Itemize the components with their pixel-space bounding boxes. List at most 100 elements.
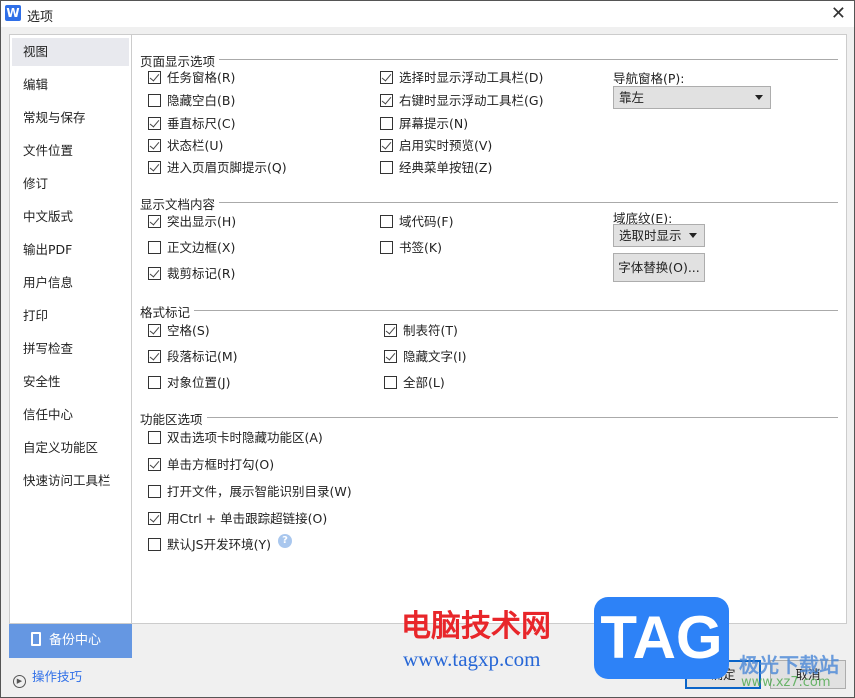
- checkbox-label: 屏幕提示(N): [399, 116, 469, 131]
- sidebar-item[interactable]: 用户信息: [12, 269, 129, 297]
- checkbox-option[interactable]: 全部(L): [384, 372, 445, 391]
- checkbox-checked-icon[interactable]: [380, 94, 393, 107]
- checkbox-option[interactable]: 段落标记(M): [148, 346, 238, 365]
- checkbox-checked-icon[interactable]: [148, 324, 161, 337]
- sidebar-item[interactable]: 视图: [12, 38, 129, 66]
- field-shading-select[interactable]: 选取时显示: [613, 224, 705, 247]
- checkbox-option[interactable]: 突出显示(H): [148, 211, 236, 230]
- checkbox-option[interactable]: 选择时显示浮动工具栏(D): [380, 67, 543, 86]
- sidebar: 视图编辑常规与保存文件位置修订中文版式输出PDF 用户信息打印拼写检查安全性信任中…: [9, 34, 132, 624]
- checkbox-option[interactable]: 状态栏(U): [148, 135, 223, 154]
- tips-link[interactable]: ▶ 操作技巧: [13, 666, 82, 688]
- checkbox-option[interactable]: 隐藏文字(I): [384, 346, 466, 365]
- section-title: 格式标记: [140, 302, 195, 321]
- checkbox-label: 打开文件，展示智能识别目录(W): [167, 484, 352, 499]
- sidebar-item[interactable]: 拼写检查: [12, 335, 129, 363]
- nav-pane-value: 靠左: [619, 90, 645, 105]
- checkbox-label: 进入页眉页脚提示(Q): [167, 160, 287, 175]
- checkbox-checked-icon[interactable]: [148, 71, 161, 84]
- checkbox-label: 选择时显示浮动工具栏(D): [399, 70, 544, 85]
- sidebar-item[interactable]: 编辑: [12, 71, 129, 99]
- checkbox-option[interactable]: 书签(K): [380, 237, 442, 256]
- checkbox-option[interactable]: 打开文件，展示智能识别目录(W): [148, 481, 352, 500]
- checkbox-label: 任务窗格(R): [167, 70, 236, 85]
- checkbox-unchecked-icon[interactable]: [380, 215, 393, 228]
- section-divider: [140, 417, 838, 418]
- sidebar-item[interactable]: 自定义功能区: [12, 434, 129, 462]
- checkbox-option[interactable]: 启用实时预览(V): [380, 135, 492, 154]
- checkbox-option[interactable]: 双击选项卡时隐藏功能区(A): [148, 427, 323, 446]
- cancel-button[interactable]: 取消: [770, 660, 846, 689]
- checkbox-checked-icon[interactable]: [148, 267, 161, 280]
- checkbox-checked-icon[interactable]: [148, 117, 161, 130]
- checkbox-label: 单击方框时打勾(O): [167, 457, 275, 472]
- section-divider: [140, 59, 838, 60]
- checkbox-unchecked-icon[interactable]: [380, 161, 393, 174]
- checkbox-option[interactable]: 经典菜单按钮(Z): [380, 157, 492, 176]
- sidebar-item[interactable]: 安全性: [12, 368, 129, 396]
- dialog-title: 选项: [27, 10, 54, 25]
- tips-label: 操作技巧: [32, 669, 83, 684]
- play-circle-icon: ▶: [13, 675, 26, 688]
- checkbox-label: 双击选项卡时隐藏功能区(A): [167, 430, 323, 445]
- checkbox-option[interactable]: 正文边框(X): [148, 237, 235, 256]
- checkbox-unchecked-icon[interactable]: [148, 376, 161, 389]
- checkbox-unchecked-icon[interactable]: [380, 117, 393, 130]
- checkbox-checked-icon[interactable]: [148, 215, 161, 228]
- help-icon[interactable]: ?: [278, 534, 292, 548]
- checkbox-checked-icon[interactable]: [148, 139, 161, 152]
- checkbox-checked-icon[interactable]: [148, 161, 161, 174]
- sidebar-item[interactable]: 输出PDF: [12, 236, 129, 264]
- checkbox-checked-icon[interactable]: [148, 512, 161, 525]
- checkbox-checked-icon[interactable]: [148, 458, 161, 471]
- checkbox-unchecked-icon[interactable]: [148, 538, 161, 551]
- checkbox-option[interactable]: 隐藏空白(B): [148, 90, 235, 109]
- section-divider: [140, 202, 838, 203]
- checkbox-option[interactable]: 任务窗格(R): [148, 67, 235, 86]
- checkbox-unchecked-icon[interactable]: [380, 241, 393, 254]
- checkbox-option[interactable]: 单击方框时打勾(O): [148, 454, 274, 473]
- close-icon[interactable]: ✕: [831, 3, 846, 24]
- nav-pane-select[interactable]: 靠左: [613, 86, 771, 109]
- font-substitution-button[interactable]: 字体替换(O)...: [613, 253, 705, 282]
- checkbox-label: 垂直标尺(C): [167, 116, 236, 131]
- sidebar-item[interactable]: 常规与保存: [12, 104, 129, 132]
- checkbox-option[interactable]: 裁剪标记(R): [148, 263, 235, 282]
- checkbox-option[interactable]: 对象位置(J): [148, 372, 230, 391]
- checkbox-option[interactable]: 空格(S): [148, 320, 210, 339]
- checkbox-unchecked-icon[interactable]: [148, 241, 161, 254]
- backup-center-button[interactable]: 备份中心: [9, 624, 132, 658]
- checkbox-checked-icon[interactable]: [384, 324, 397, 337]
- checkbox-unchecked-icon[interactable]: [148, 485, 161, 498]
- checkbox-label: 隐藏文字(I): [403, 349, 467, 364]
- checkbox-unchecked-icon[interactable]: [148, 94, 161, 107]
- checkbox-option[interactable]: 右键时显示浮动工具栏(G): [380, 90, 543, 109]
- checkbox-option[interactable]: 用Ctrl + 单击跟踪超链接(O): [148, 508, 327, 527]
- checkbox-label: 默认JS开发环境(Y): [167, 537, 272, 552]
- checkbox-option[interactable]: 默认JS开发环境(Y): [148, 534, 271, 553]
- title-bar: W 选项 ✕: [1, 1, 854, 27]
- checkbox-label: 隐藏空白(B): [167, 93, 236, 108]
- checkbox-option[interactable]: 制表符(T): [384, 320, 458, 339]
- sidebar-item[interactable]: 修订: [12, 170, 129, 198]
- sidebar-item[interactable]: 中文版式: [12, 203, 129, 231]
- sidebar-item[interactable]: 快速访问工具栏: [12, 467, 129, 495]
- checkbox-checked-icon[interactable]: [384, 350, 397, 363]
- checkbox-checked-icon[interactable]: [380, 71, 393, 84]
- checkbox-label: 突出显示(H): [167, 214, 237, 229]
- sidebar-item[interactable]: 打印: [12, 302, 129, 330]
- checkbox-option[interactable]: 屏幕提示(N): [380, 113, 468, 132]
- checkbox-unchecked-icon[interactable]: [148, 431, 161, 444]
- sidebar-item[interactable]: 文件位置: [12, 137, 129, 165]
- checkbox-checked-icon[interactable]: [380, 139, 393, 152]
- ok-button[interactable]: 确定: [685, 660, 761, 689]
- options-dialog: W 选项 ✕ 视图编辑常规与保存文件位置修订中文版式输出PDF 用户信息打印拼写检…: [0, 0, 855, 698]
- checkbox-unchecked-icon[interactable]: [384, 376, 397, 389]
- checkbox-label: 右键时显示浮动工具栏(G): [399, 93, 544, 108]
- checkbox-option[interactable]: 域代码(F): [380, 211, 453, 230]
- checkbox-option[interactable]: 进入页眉页脚提示(Q): [148, 157, 287, 176]
- checkbox-checked-icon[interactable]: [148, 350, 161, 363]
- checkbox-option[interactable]: 垂直标尺(C): [148, 113, 235, 132]
- checkbox-label: 制表符(T): [403, 323, 458, 338]
- sidebar-item[interactable]: 信任中心: [12, 401, 129, 429]
